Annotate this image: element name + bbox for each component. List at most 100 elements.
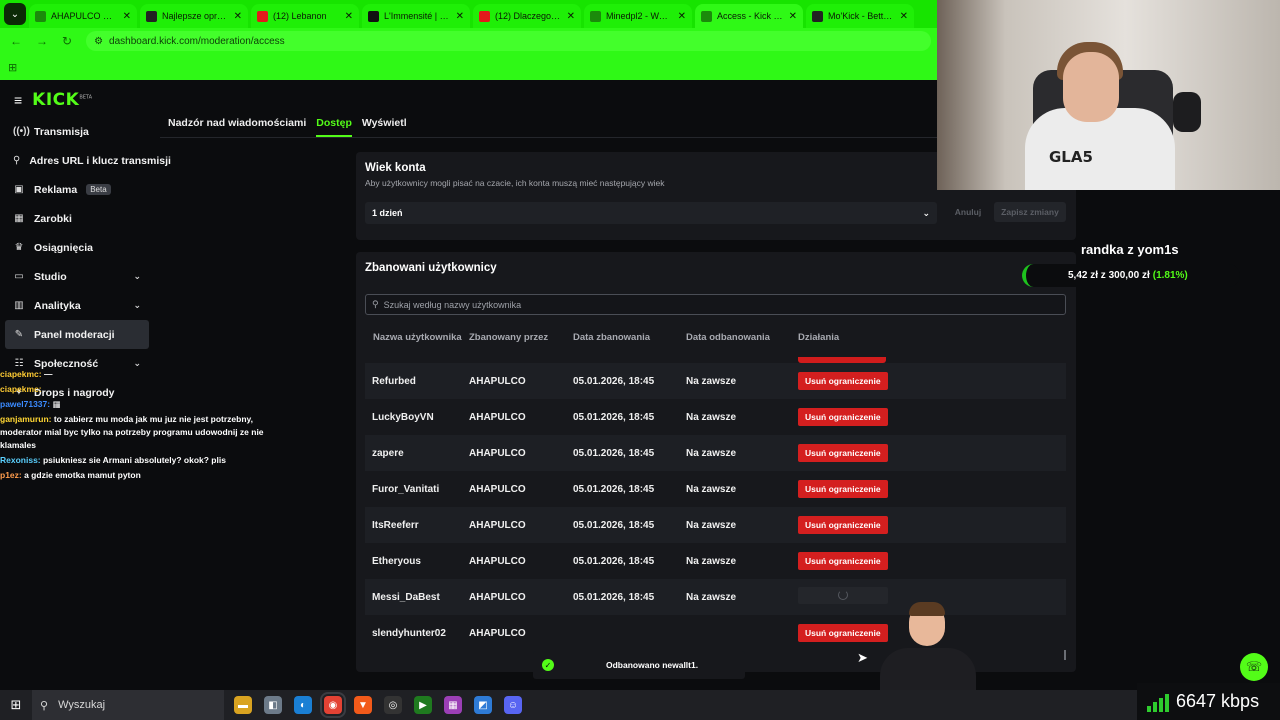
sidebar-item[interactable]: ((•)) Transmisja: [5, 117, 149, 146]
unban-button-partial[interactable]: [798, 357, 886, 363]
apps-grid-icon[interactable]: ⊞: [8, 61, 17, 74]
discord-icon[interactable]: ☺: [504, 696, 522, 714]
close-icon[interactable]: ✕: [678, 11, 686, 22]
person-hair: [909, 602, 945, 616]
app-icon[interactable]: ◩: [474, 696, 492, 714]
table-row: zapere AHAPULCO 05.01.2026, 18:45 Na zawsze…: [365, 435, 1066, 471]
sidebar-item[interactable]: ♛ Osiągnięcia: [5, 233, 149, 262]
moderation-tab[interactable]: Wyświetl: [362, 108, 407, 137]
brave-icon[interactable]: ▼: [354, 696, 372, 714]
moderation-tab[interactable]: Nadzór nad wiadomościami: [168, 108, 306, 137]
chat-message: ciapekmc: —: [0, 368, 270, 381]
analytics-icon: ▥: [14, 300, 24, 311]
windows-start-icon[interactable]: ⊞: [0, 697, 32, 713]
x-icon: [368, 10, 379, 22]
column-header[interactable]: Działania: [796, 332, 1066, 352]
browser-tab[interactable]: Access - Kick Das ✕: [695, 4, 803, 28]
tab-search-chevron-icon[interactable]: ⌄: [4, 3, 26, 25]
earnings-icon: ▦: [14, 213, 24, 224]
chat-username: Rexoniss:: [0, 455, 41, 465]
unban-button[interactable]: Usuń ograniczenie: [798, 480, 888, 498]
unban-button[interactable]: Usuń ograniczenie: [798, 516, 888, 534]
support-chat-icon[interactable]: ☏: [1240, 653, 1268, 681]
unban-button[interactable]: Usuń ograniczenie: [798, 372, 888, 390]
edge-icon[interactable]: ◐: [294, 696, 312, 714]
app-icon[interactable]: ◧: [264, 696, 282, 714]
sidebar-item[interactable]: ▥ Analityka ⌄: [5, 291, 149, 320]
close-icon[interactable]: ✕: [123, 11, 131, 22]
browser-tab[interactable]: (12) Dlaczego wsp ✕: [473, 4, 581, 28]
chat-username: ganjamurun:: [0, 414, 52, 424]
sidebar-item[interactable]: ▣ Reklama Beta: [5, 175, 149, 204]
unban-button[interactable]: Usuń ograniczenie: [798, 552, 888, 570]
chat-text: a gdzie emotka mamut pyton: [21, 470, 141, 480]
sidebar-item[interactable]: ⚲ Adres URL i klucz transmisji: [5, 146, 171, 175]
browser-tab[interactable]: Najlepsze oprogr ✕: [140, 4, 248, 28]
file-explorer-icon[interactable]: ▬: [234, 696, 252, 714]
browser-tab[interactable]: (12) Lebanon ✕: [251, 4, 359, 28]
table-row: Refurbed AHAPULCO 05.01.2026, 18:45 Na zaws…: [365, 363, 1066, 399]
chevron-down-icon: ⌄: [922, 207, 930, 218]
kick-icon: [590, 10, 601, 22]
column-header[interactable]: Data zbanowania: [568, 332, 682, 352]
obs-icon[interactable]: ◎: [384, 696, 402, 714]
taskbar-search[interactable]: ⚲ Wyszukaj: [32, 690, 224, 720]
hamburger-menu-icon[interactable]: ≡: [14, 92, 22, 108]
forward-arrow-icon[interactable]: →: [36, 34, 48, 48]
unban-button[interactable]: Usuń ograniczenie: [798, 444, 888, 462]
account-age-title: Wiek konta: [365, 162, 426, 174]
close-icon[interactable]: ✕: [345, 11, 353, 22]
reload-icon[interactable]: ↻: [62, 34, 72, 48]
account-age-select[interactable]: 1 dzień ⌄: [365, 202, 937, 224]
toast-message: Odbanowano newallt1.: [606, 660, 699, 670]
site-info-icon[interactable]: ⚙: [94, 36, 103, 47]
browser-tab[interactable]: L'Immensité | Lou ✕: [362, 4, 470, 28]
cell-username: Messi_DaBest: [372, 591, 440, 603]
cell-actions: Usuń ograniczenie: [796, 444, 1066, 462]
column-header[interactable]: Data odbanowania: [682, 332, 796, 352]
close-icon[interactable]: ✕: [567, 11, 575, 22]
browser-tab-strip: ⌄ AHAPULCO Strea ✕ Najlepsze oprogr ✕ (12) L…: [0, 0, 937, 28]
browser-tab[interactable]: Mo'Kick - Better K ✕: [806, 4, 914, 28]
sidebar-item[interactable]: ▭ Studio ⌄: [5, 262, 149, 291]
column-header[interactable]: Zbanowany przez: [463, 332, 568, 352]
save-changes-button[interactable]: Zapisz zmiany: [994, 202, 1066, 222]
sidebar-nav: ((•)) Transmisja ⚲ Adres URL i klucz transm…: [5, 117, 171, 407]
browser-tab[interactable]: AHAPULCO Strea ✕: [29, 4, 137, 28]
chrome-icon[interactable]: ◉: [320, 692, 346, 718]
chat-username: ciapekmc:: [0, 369, 42, 379]
search-icon: ⚲: [40, 699, 49, 712]
app-icon[interactable]: ▦: [444, 696, 462, 714]
tab-list: AHAPULCO Strea ✕ Najlepsze oprogr ✕ (12) Leb…: [29, 4, 917, 28]
close-icon[interactable]: ✕: [789, 11, 797, 22]
unban-button[interactable]: Usuń ograniczenie: [798, 624, 888, 642]
table-scrollbar[interactable]: [1064, 650, 1066, 660]
cell-banned-by: AHAPULCO: [469, 591, 526, 603]
column-header[interactable]: Nazwa użytkownika: [365, 332, 463, 352]
kick-logo[interactable]: KICKBETA: [32, 90, 92, 110]
cancel-button[interactable]: Anuluj: [946, 202, 990, 222]
broadcast-icon: ((•)): [13, 126, 30, 137]
moderation-tab[interactable]: Dostęp: [316, 108, 352, 137]
close-icon[interactable]: ✕: [456, 11, 464, 22]
goal-current: 5,42 zł: [1068, 270, 1099, 281]
chevron-down-icon[interactable]: ⌄: [133, 300, 141, 311]
back-arrow-icon[interactable]: ←: [10, 34, 22, 48]
webcam-face: [1063, 52, 1119, 122]
sidebar-item[interactable]: ✎ Panel moderacji: [5, 320, 149, 349]
sidebar-item-label: Panel moderacji: [34, 328, 115, 341]
cell-username: Refurbed: [372, 375, 416, 387]
goal-progress: 5,42 zł z 300,00 zł (1.81%): [1022, 264, 1240, 287]
url-field[interactable]: ⚙ dashboard.kick.com/moderation/access: [86, 31, 931, 51]
close-icon[interactable]: ✕: [234, 11, 242, 22]
kick-app-icon[interactable]: ▶: [414, 696, 432, 714]
chevron-down-icon[interactable]: ⌄: [133, 271, 141, 282]
kick-dashboard: ≡ KICKBETA ((•)) Transmisja ⚲ Adres URL i k…: [0, 80, 1076, 690]
close-icon[interactable]: ✕: [900, 11, 908, 22]
sidebar-item[interactable]: ▦ Zarobki: [5, 204, 149, 233]
table-row: LuckyBoyVN AHAPULCO 05.01.2026, 18:45 Na za…: [365, 399, 1066, 435]
banned-search-input[interactable]: ⚲ Szukaj według nazwy użytkownika: [365, 294, 1066, 315]
browser-tab[interactable]: Minedpl2 - Watch ✕: [584, 4, 692, 28]
chat-username: p1ez:: [0, 470, 22, 480]
unban-button[interactable]: Usuń ograniczenie: [798, 408, 888, 426]
